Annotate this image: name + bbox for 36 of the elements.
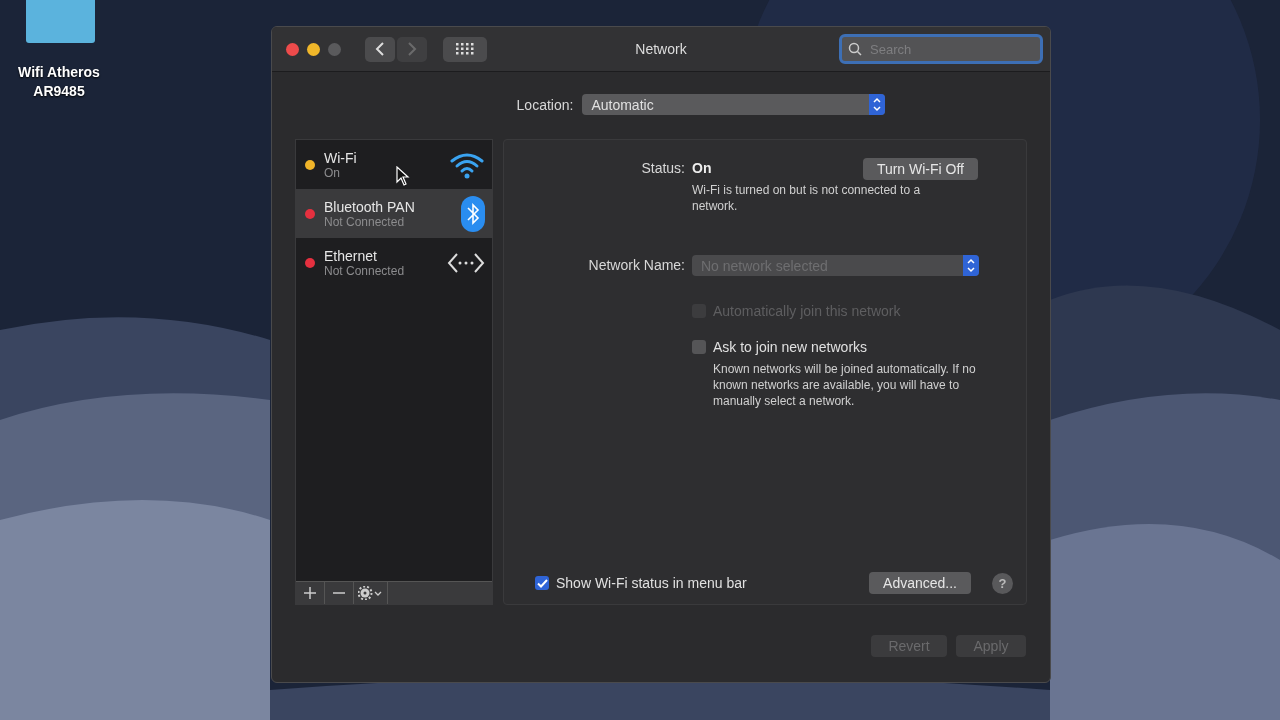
network-name-label: Network Name: (587, 256, 685, 275)
minimize-button[interactable] (307, 42, 320, 56)
grid-icon (456, 43, 474, 55)
stepper-icon (869, 94, 886, 115)
status-value: On (692, 159, 712, 178)
advanced-button[interactable]: Advanced... (869, 572, 971, 594)
service-name: Bluetooth PAN (324, 198, 415, 215)
option-note: Known networks will be joined automatically. If no known networks are available, you will have to manually select a network. (713, 361, 977, 409)
service-status: Not Connected (324, 214, 405, 229)
location-popup[interactable]: Automatic (582, 94, 886, 115)
turn-wifi-off-button[interactable]: Turn Wi-Fi Off (862, 158, 978, 180)
checkbox-label: Ask to join new networks (713, 339, 868, 355)
help-button[interactable]: ? (992, 572, 1013, 594)
close-button[interactable] (286, 42, 299, 56)
bluetooth-icon (461, 195, 485, 232)
service-status: On (324, 165, 340, 180)
chevron-right-icon (407, 42, 417, 56)
stepper-icon (963, 255, 979, 276)
desktop-icon-label[interactable]: Wifi Atheros AR9485 (0, 63, 118, 101)
back-button[interactable] (365, 36, 395, 62)
service-name: Wi-Fi (324, 149, 357, 166)
search-icon (848, 42, 862, 56)
checkbox-label: Show Wi-Fi status in menu bar (556, 575, 747, 591)
checkbox[interactable] (535, 576, 549, 590)
service-item[interactable]: Ethernet Not Connected (296, 238, 492, 287)
pointer-icon (396, 166, 410, 186)
chevron-left-icon (375, 42, 385, 56)
window-title: Network (635, 41, 687, 57)
show-all-button[interactable] (443, 36, 487, 62)
checkbox[interactable] (692, 340, 706, 354)
status-note: Wi-Fi is turned on but is not connected to a network. (692, 182, 922, 214)
status-label: Status: (640, 159, 685, 178)
service-item[interactable]: Bluetooth PAN Not Connected (296, 189, 492, 238)
location-label: Location: (516, 96, 574, 113)
service-name: Ethernet (324, 247, 377, 264)
service-status: Not Connected (324, 263, 405, 278)
